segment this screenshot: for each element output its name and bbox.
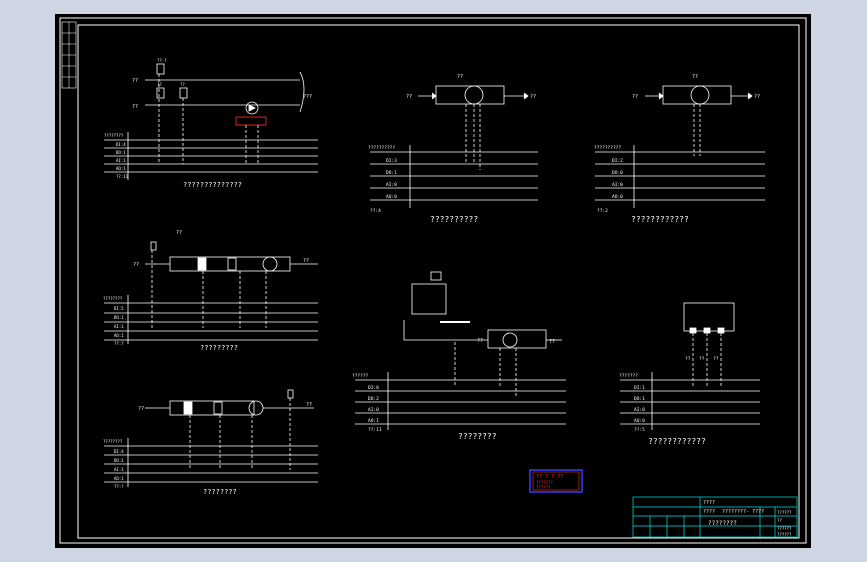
title-block-field: ??????	[777, 526, 792, 531]
io-row: ????????	[103, 439, 123, 444]
title-block-field: ????????- ????	[722, 509, 764, 515]
io-row: ??:4	[370, 208, 381, 214]
io-row: ??:5	[634, 427, 645, 433]
panel-caption: ????????	[458, 432, 497, 441]
io-row: ??:?	[114, 341, 124, 346]
label: ??	[754, 94, 760, 100]
label: ??	[685, 356, 691, 362]
label: ??	[303, 258, 309, 264]
io-row: ??????????	[368, 145, 395, 151]
panel-caption: ????????	[203, 488, 237, 496]
io-row: DO:2	[368, 396, 379, 402]
io-row: AO:1	[368, 418, 379, 424]
io-row: ??:2	[597, 208, 608, 214]
title-block-field: ??????	[777, 532, 792, 537]
io-row: DO:1	[114, 315, 124, 320]
io-row: AI:1	[116, 158, 126, 163]
io-row: AO:1	[116, 166, 126, 171]
label: ??	[157, 82, 162, 87]
label: ??	[713, 356, 719, 362]
label: ??	[138, 406, 144, 412]
io-row: DO:1	[386, 170, 397, 176]
io-row: ???????	[619, 373, 638, 379]
label: ??	[176, 230, 182, 236]
io-row: AI:1	[114, 467, 124, 472]
label: ??	[306, 402, 312, 408]
io-row: AI:0	[612, 182, 623, 188]
title-block-field: ????	[703, 500, 715, 506]
label: ??	[180, 82, 185, 87]
label: ??	[132, 78, 138, 84]
label: ??-?	[157, 58, 167, 63]
io-row: DI:5	[114, 306, 124, 311]
panel-caption: ?????????	[200, 344, 238, 352]
label: ??	[477, 338, 483, 344]
io-row: DI:8	[368, 385, 379, 391]
io-row: AO:1	[114, 333, 124, 338]
io-row: DO:1	[634, 396, 645, 402]
io-row: ??:?	[114, 484, 124, 489]
stamp-line: ??????	[536, 485, 551, 490]
drawing-title: ????????	[708, 520, 737, 527]
io-row: AI:1	[114, 324, 124, 329]
io-row: ??:11	[368, 427, 382, 433]
label: ??	[132, 104, 138, 110]
io-row: DI:4	[114, 449, 124, 454]
panel-caption: ????????????	[648, 437, 706, 446]
io-row: AO:0	[612, 194, 623, 200]
io-row: DI:4	[116, 142, 126, 147]
io-row: AI:0	[634, 407, 645, 413]
label: ??	[692, 74, 698, 80]
label: ??	[632, 94, 638, 100]
io-row: AO:1	[114, 476, 124, 481]
panel-caption: ??????????????	[183, 181, 242, 189]
io-row: ??:11	[116, 174, 129, 179]
panel-caption: ??????????	[430, 215, 478, 224]
io-row: DO:0	[612, 170, 623, 176]
label: ??	[133, 262, 139, 268]
approval-stamp: ?? ? ? ?? ??????? ??????	[529, 469, 583, 493]
io-row: DI:3	[386, 158, 397, 164]
io-row: DO:1	[114, 458, 124, 463]
io-row: ??????????	[594, 145, 621, 151]
io-row: ??????	[352, 373, 369, 379]
label: ??	[530, 94, 536, 100]
panel-caption: ????????????	[631, 215, 689, 224]
io-row: AO:0	[634, 418, 645, 424]
label: ??	[406, 94, 412, 100]
label: ??	[457, 74, 463, 80]
io-row: AI:0	[386, 182, 397, 188]
io-row: AI:0	[368, 407, 379, 413]
title-block-field: ??????	[777, 510, 792, 515]
label: ??	[549, 339, 555, 345]
title-block-field: ??	[777, 518, 782, 523]
cad-drawing: ?? ?? ??? ??-? ?? ?? ???????? DI:4 DO:1 …	[55, 14, 811, 548]
io-row: ????????	[104, 133, 124, 138]
title-block-field: ????	[703, 509, 715, 515]
io-row: ????????	[103, 296, 123, 301]
label: ???	[303, 94, 312, 100]
io-row: DI:2	[612, 158, 623, 164]
label: ??	[699, 356, 705, 362]
io-row: AO:0	[386, 194, 397, 200]
io-row: DO:1	[116, 150, 126, 155]
io-row: DI:1	[634, 385, 645, 391]
